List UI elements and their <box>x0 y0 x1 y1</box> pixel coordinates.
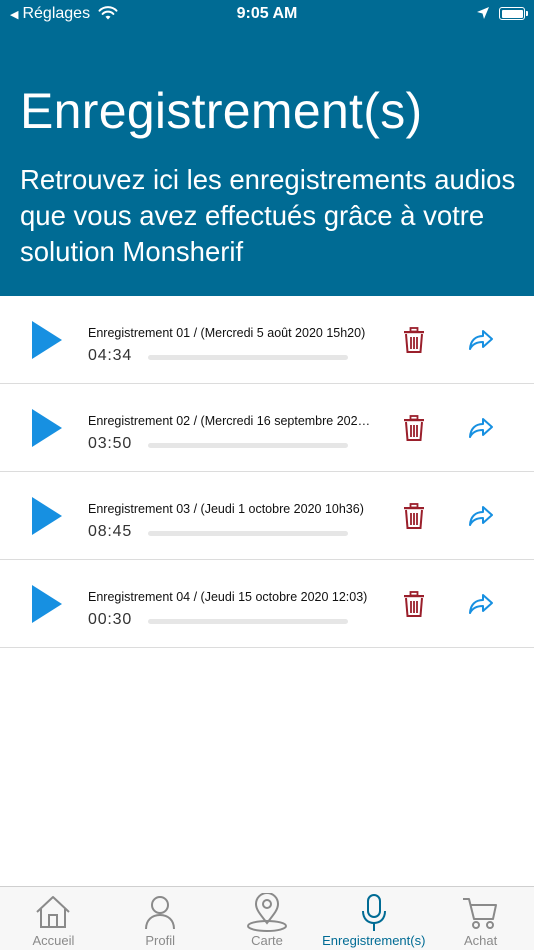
trash-icon[interactable] <box>402 502 426 530</box>
location-arrow-icon <box>477 7 489 19</box>
trash-icon[interactable] <box>402 326 426 354</box>
recording-name: Enregistrement 03 / (Jeudi 1 octobre 202… <box>88 502 364 516</box>
recording-duration: 04:34 <box>88 347 133 364</box>
clock: 9:05 AM <box>236 5 298 22</box>
tab-carte[interactable]: Carte <box>214 887 321 950</box>
person-icon <box>145 896 176 930</box>
share-icon[interactable] <box>468 593 494 615</box>
battery-icon <box>499 7 528 20</box>
recording-name: Enregistrement 02 / (Mercredi 16 septemb… <box>88 414 373 428</box>
recording-name: Enregistrement 04 / (Jeudi 15 octobre 20… <box>88 590 368 604</box>
recording-row: Enregistrement 01 / (Mercredi 5 août 202… <box>0 296 534 384</box>
recording-name: Enregistrement 01 / (Mercredi 5 août 202… <box>88 326 366 340</box>
tab-enregistrements[interactable]: Enregistrement(s) <box>320 887 427 950</box>
share-icon[interactable] <box>468 505 494 527</box>
map-pin-icon <box>246 893 287 932</box>
tab-bar: Accueil Profil Carte Enregistrement(s) A… <box>0 886 534 950</box>
share-icon[interactable] <box>468 417 494 439</box>
tab-accueil[interactable]: Accueil <box>0 887 107 950</box>
playback-progress-bar[interactable] <box>148 443 348 448</box>
cart-icon <box>462 898 497 929</box>
playback-progress-bar[interactable] <box>148 531 348 536</box>
tab-profil[interactable]: Profil <box>107 887 214 950</box>
header-banner: ◀ Réglages 9:05 AM Enregistrement(s) Ret… <box>0 0 534 296</box>
home-icon <box>36 896 71 928</box>
playback-progress-bar[interactable] <box>148 355 348 360</box>
tab-label: Carte <box>251 933 283 948</box>
recording-row: Enregistrement 02 / (Mercredi 16 septemb… <box>0 384 534 472</box>
play-icon[interactable] <box>32 585 62 623</box>
play-icon[interactable] <box>32 497 62 535</box>
recording-duration: 03:50 <box>88 435 133 452</box>
tab-label: Profil <box>145 933 175 948</box>
recording-row: Enregistrement 04 / (Jeudi 15 octobre 20… <box>0 560 534 648</box>
page-title: Enregistrement(s) <box>20 83 423 139</box>
play-icon[interactable] <box>32 409 62 447</box>
recording-duration: 00:30 <box>88 611 133 628</box>
trash-icon[interactable] <box>402 590 426 618</box>
recording-row: Enregistrement 03 / (Jeudi 1 octobre 202… <box>0 472 534 560</box>
playback-progress-bar[interactable] <box>148 619 348 624</box>
tab-label: Enregistrement(s) <box>322 933 426 948</box>
recordings-list: Enregistrement 01 / (Mercredi 5 août 202… <box>0 296 534 648</box>
trash-icon[interactable] <box>402 414 426 442</box>
tab-label: Achat <box>463 933 498 948</box>
share-icon[interactable] <box>468 329 494 351</box>
tab-label: Accueil <box>32 933 75 948</box>
page-subtitle: Retrouvez ici les enregistrements audios… <box>20 164 516 267</box>
play-icon[interactable] <box>32 321 62 359</box>
microphone-icon <box>361 894 386 931</box>
tab-achat[interactable]: Achat <box>427 887 534 950</box>
status-bar: ◀ Réglages 9:05 AM <box>0 0 534 28</box>
recording-duration: 08:45 <box>88 523 133 540</box>
